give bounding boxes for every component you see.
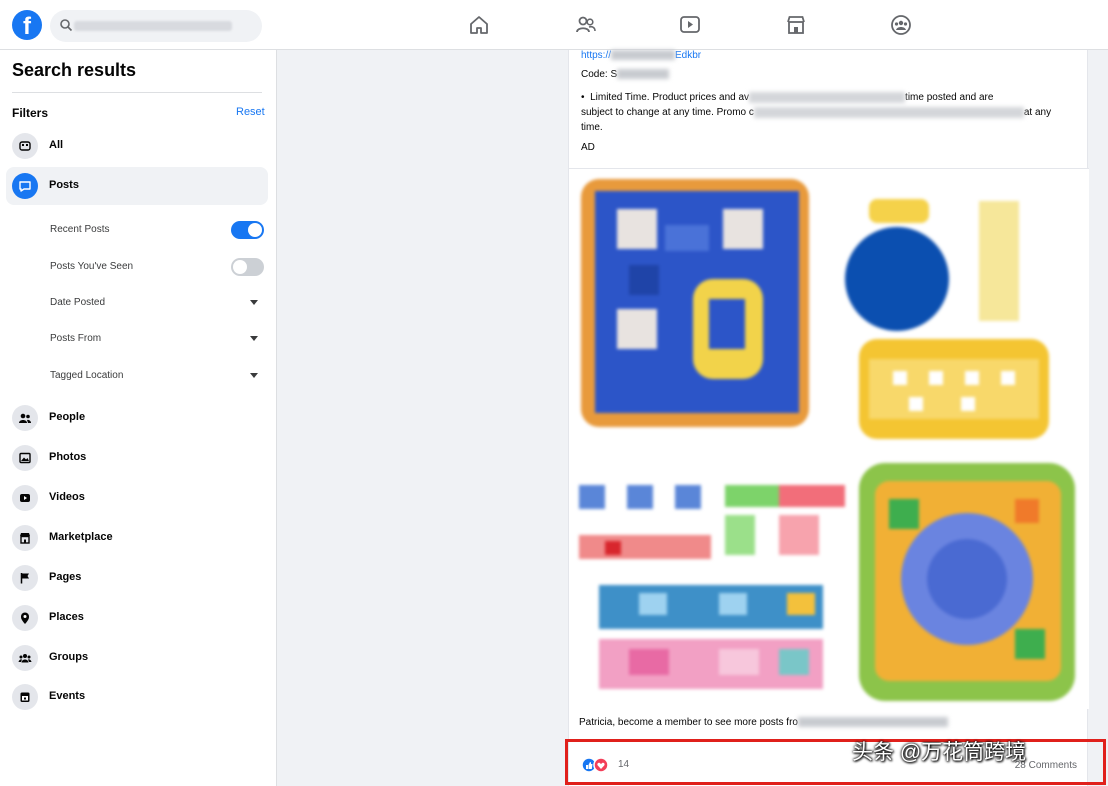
watermark: 头条 @万花筒跨境	[852, 741, 1027, 764]
body-line-2: subject to change at any time. Promo c at…	[581, 105, 1081, 120]
filter-videos[interactable]: Videos	[6, 479, 268, 517]
recent-posts-label: Recent Posts	[50, 224, 110, 235]
promo-code-line: Code: S	[581, 69, 670, 80]
posts-youve-seen-label: Posts You've Seen	[50, 261, 134, 272]
chevron-down-icon	[250, 336, 258, 341]
bullet: •	[581, 92, 585, 103]
all-icon	[19, 141, 31, 151]
filter-marketplace[interactable]: Marketplace	[6, 519, 268, 557]
body-line-1-end: time posted and are	[905, 92, 994, 103]
filter-all[interactable]: All	[6, 127, 268, 165]
membership-prompt-text: Patricia, become a member to see more po…	[579, 717, 798, 728]
filter-pages[interactable]: Pages	[6, 559, 268, 597]
post-body-text: • Limited Time. Product prices and av tim…	[581, 90, 1081, 135]
chevron-down-icon	[250, 300, 258, 305]
redacted-text	[617, 69, 670, 80]
filter-groups-label: Groups	[49, 651, 89, 663]
page-title: Search results	[12, 60, 137, 80]
posts-icon	[19, 181, 31, 192]
body-line-1: • Limited Time. Product prices and av tim…	[581, 90, 1081, 105]
body-line-2-start: subject to change at any time. Promo c	[581, 107, 754, 118]
recent-posts-toggle[interactable]	[231, 221, 264, 239]
calendar-icon	[20, 692, 30, 702]
posts-from-label: Posts From	[50, 333, 102, 344]
videos-icon	[20, 494, 30, 502]
reset-link[interactable]: Reset	[236, 106, 265, 118]
redacted-text	[797, 717, 948, 728]
location-pin-icon	[21, 612, 29, 624]
tagged-location-label: Tagged Location	[50, 370, 124, 381]
filter-photos-label: Photos	[49, 451, 87, 463]
tagged-location-dropdown[interactable]: Tagged Location	[50, 367, 264, 387]
post-link[interactable]: https:// Edkbr	[581, 50, 701, 61]
redacted-text	[753, 106, 1024, 118]
posts-youve-seen-filter[interactable]: Posts You've Seen	[50, 258, 264, 278]
recent-posts-filter[interactable]: Recent Posts	[50, 221, 264, 241]
posts-youve-seen-toggle[interactable]	[231, 258, 264, 276]
friends-icon[interactable]	[574, 13, 598, 37]
photos-icon	[19, 452, 31, 464]
flag-icon	[20, 573, 29, 584]
filter-videos-label: Videos	[49, 491, 85, 503]
filter-all-label: All	[49, 139, 64, 151]
post-card: https:// Edkbr Code: S • Limited Time. Pr…	[568, 50, 1089, 786]
filter-places[interactable]: Places	[6, 599, 268, 637]
ad-label: AD	[581, 142, 595, 153]
watch-icon[interactable]	[678, 13, 702, 37]
home-icon[interactable]	[467, 13, 491, 37]
redacted-text	[611, 50, 676, 61]
search-filters-sidebar: Search results Filters Reset All Posts R…	[0, 50, 277, 786]
search-icon	[60, 19, 73, 32]
pixelated-product-photo	[579, 179, 1075, 701]
filters-heading: Filters	[12, 106, 49, 120]
chevron-down-icon	[250, 373, 258, 378]
product-image[interactable]	[569, 169, 1089, 709]
marketplace-icon	[20, 533, 30, 544]
filter-posts[interactable]: Posts	[6, 167, 268, 205]
groups-icon	[18, 654, 32, 663]
filter-people[interactable]: People	[6, 399, 268, 437]
post-link-prefix: https://	[581, 50, 612, 61]
post-link-suffix: Edkbr	[675, 50, 702, 61]
filter-people-label: People	[49, 411, 86, 423]
filter-places-label: Places	[49, 611, 84, 623]
promo-code-prefix: Code: S	[581, 69, 618, 80]
marketplace-icon[interactable]	[784, 13, 808, 37]
body-line-3: time.	[581, 122, 603, 133]
search-query-redacted	[74, 21, 232, 31]
groups-icon[interactable]	[889, 13, 913, 37]
search-input[interactable]	[50, 10, 262, 42]
body-line-1-start: Limited Time. Product prices and av	[590, 92, 750, 103]
filter-photos[interactable]: Photos	[6, 439, 268, 477]
filter-pages-label: Pages	[49, 571, 82, 583]
filter-events-label: Events	[49, 690, 86, 702]
divider	[12, 92, 262, 93]
filter-groups[interactable]: Groups	[6, 639, 268, 677]
membership-prompt: Patricia, become a member to see more po…	[579, 717, 948, 728]
people-icon	[19, 413, 31, 423]
top-bar: f	[0, 0, 1108, 50]
filter-events[interactable]: Events	[6, 678, 268, 716]
date-posted-label: Date Posted	[50, 297, 106, 308]
body-line-2-end: at any	[1023, 107, 1052, 118]
posts-from-dropdown[interactable]: Posts From	[50, 330, 264, 350]
filter-marketplace-label: Marketplace	[49, 531, 113, 543]
redacted-text	[749, 91, 906, 103]
date-posted-dropdown[interactable]: Date Posted	[50, 294, 264, 314]
facebook-logo[interactable]: f	[12, 10, 42, 40]
filter-posts-label: Posts	[49, 179, 79, 191]
